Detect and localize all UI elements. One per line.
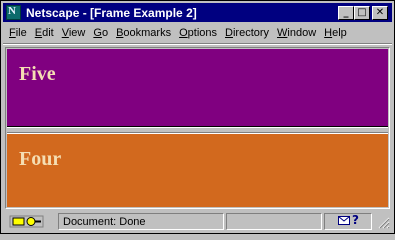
menu-go-label: o — [101, 27, 109, 39]
maximize-button[interactable]: □ — [354, 6, 370, 20]
netscape-icon-letter: N — [8, 5, 16, 17]
menu-options-label: ptions — [187, 27, 218, 39]
status-message-field: Document: Done — [58, 213, 224, 230]
menu-go-mnemonic: G — [93, 27, 102, 39]
menu-directory[interactable]: Directory — [221, 24, 273, 39]
menu-file[interactable]: File — [5, 24, 31, 39]
minimize-button[interactable]: _ — [338, 6, 354, 20]
menu-view-mnemonic: V — [61, 27, 69, 39]
menu-help[interactable]: Help — [320, 24, 351, 39]
menu-options[interactable]: Options — [175, 24, 221, 39]
menu-window-mnemonic: W — [277, 27, 288, 39]
frameset: Five Four — [5, 47, 390, 209]
browser-window: N Netscape - [Frame Example 2] _ □ ✕ Fil… — [0, 0, 395, 234]
frame-four: Four — [7, 133, 388, 207]
menu-options-mnemonic: O — [179, 27, 188, 39]
menu-bookmarks-label: ookmarks — [123, 27, 172, 39]
menu-window[interactable]: Window — [273, 24, 320, 39]
menu-help-mnemonic: H — [324, 27, 333, 39]
frame-five-heading: Five — [19, 63, 56, 85]
menu-help-label: elp — [332, 27, 347, 39]
title-bar[interactable]: N Netscape - [Frame Example 2] _ □ ✕ — [3, 3, 392, 22]
resize-grip-icon[interactable] — [378, 217, 390, 229]
menu-separator — [3, 43, 392, 45]
frame-four-heading: Four — [19, 148, 62, 170]
help-icon[interactable]: ? — [352, 213, 359, 227]
close-button[interactable]: ✕ — [372, 6, 388, 20]
security-key-icon[interactable] — [9, 214, 45, 228]
menu-bar: File Edit View Go Bookmarks Options Directory W… — [5, 24, 392, 42]
status-message: Document: Done — [63, 216, 146, 228]
menu-file-label: ile — [15, 27, 27, 39]
menu-edit-mnemonic: E — [34, 27, 43, 39]
progress-field — [226, 213, 322, 230]
window-title: Netscape - [Frame Example 2] — [26, 6, 197, 20]
menu-edit-label: dit — [42, 27, 54, 39]
menu-directory-label: irectory — [232, 27, 270, 39]
menu-edit[interactable]: Edit — [31, 24, 58, 39]
menu-bookmarks[interactable]: Bookmarks — [112, 24, 175, 39]
menu-window-label: indow — [287, 27, 317, 39]
status-bar: Document: Done ? — [3, 212, 392, 231]
menu-file-mnemonic: F — [9, 27, 16, 39]
frame-five: Five — [7, 49, 388, 127]
mail-icon[interactable] — [338, 216, 350, 225]
menu-view[interactable]: View — [58, 24, 90, 39]
menu-go[interactable]: Go — [89, 24, 112, 39]
menu-view-label: iew — [68, 27, 86, 39]
menu-directory-mnemonic: D — [225, 27, 233, 39]
netscape-icon[interactable]: N — [6, 5, 21, 20]
